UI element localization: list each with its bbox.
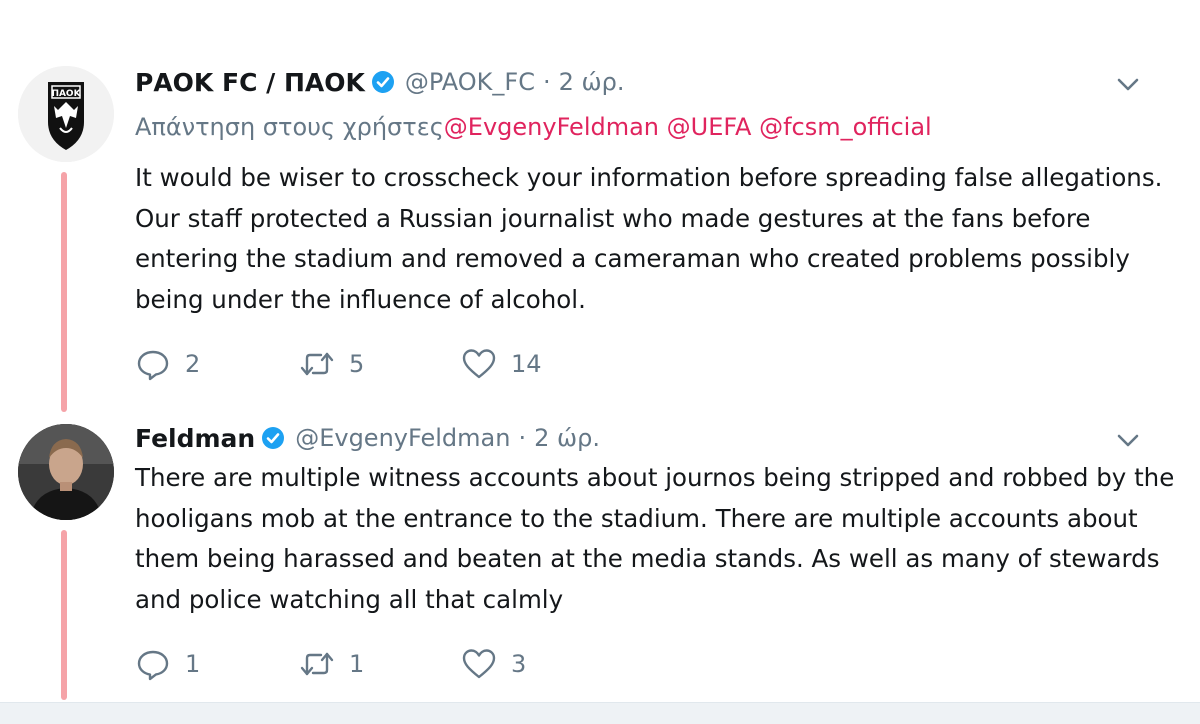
timeline-divider [0,702,1200,724]
retweet-icon [300,352,334,376]
reply-icon [137,350,169,381]
retweet-button[interactable]: 5 [299,344,364,384]
display-name[interactable]: ΡΑΟΚ FC / ΠΑΟΚ [135,68,365,97]
retweet-count: 1 [349,650,365,678]
separator-dot: · [518,424,527,452]
reply-button[interactable]: 1 [135,644,200,684]
avatar[interactable]: ΠΑΟΚ [18,66,114,162]
user-photo-icon [18,424,114,520]
mention-link[interactable]: @fcsm_official [759,113,932,141]
tweet-header: ΡΑΟΚ FC / ΠΑΟΚ @PAOK_FC · 2 ώρ. [135,62,624,102]
paok-logo-icon: ΠΑΟΚ [18,66,114,162]
username-handle[interactable]: @EvgenyFeldman [295,424,510,452]
username-handle[interactable]: @PAOK_FC [405,68,535,96]
verified-badge-icon [371,71,394,93]
replying-to: Απάντηση στους χρήστες@EvgenyFeldman @UE… [135,113,932,141]
timestamp[interactable]: 2 ώρ. [534,424,600,452]
like-count: 3 [511,650,527,678]
timestamp[interactable]: 2 ώρ. [559,68,625,96]
thread-line [61,530,67,700]
avatar[interactable] [18,424,114,520]
retweet-button[interactable]: 1 [299,644,364,684]
reply-button[interactable]: 2 [135,344,200,384]
mention-link[interactable]: @UEFA [667,113,752,141]
display-name[interactable]: Feldman [135,424,255,453]
chevron-down-icon[interactable] [1112,68,1144,100]
tweet-text: There are multiple witness accounts abou… [135,463,1175,614]
tweet-paok[interactable]: ΠΑΟΚ ΡΑΟΚ FC / ΠΑΟΚ @PAOK_FC · 2 ώρ. Απά… [0,0,1200,412]
like-button[interactable]: 3 [461,644,526,684]
replying-prefix: Απάντηση στους χρήστες [135,113,444,141]
reply-count: 2 [185,350,201,378]
verified-badge-icon [262,427,285,449]
thread-line [61,172,67,412]
retweet-icon [300,652,334,676]
tweet-feldman[interactable]: Feldman @EvgenyFeldman · 2 ώρ. There are… [0,410,1200,702]
heart-icon [462,649,496,679]
separator-dot: · [542,68,551,96]
like-count: 14 [511,350,542,378]
tweet-header: Feldman @EvgenyFeldman · 2 ώρ. [135,418,600,458]
retweet-count: 5 [349,350,365,378]
chevron-down-icon[interactable] [1112,424,1144,456]
tweet-text: It would be wiser to crosscheck your inf… [135,163,1163,314]
mention-link[interactable]: @EvgenyFeldman [444,113,659,141]
reply-icon [137,650,169,681]
reply-count: 1 [185,650,201,678]
like-button[interactable]: 14 [461,344,542,384]
svg-text:ΠΑΟΚ: ΠΑΟΚ [51,89,81,99]
heart-icon [462,349,496,379]
